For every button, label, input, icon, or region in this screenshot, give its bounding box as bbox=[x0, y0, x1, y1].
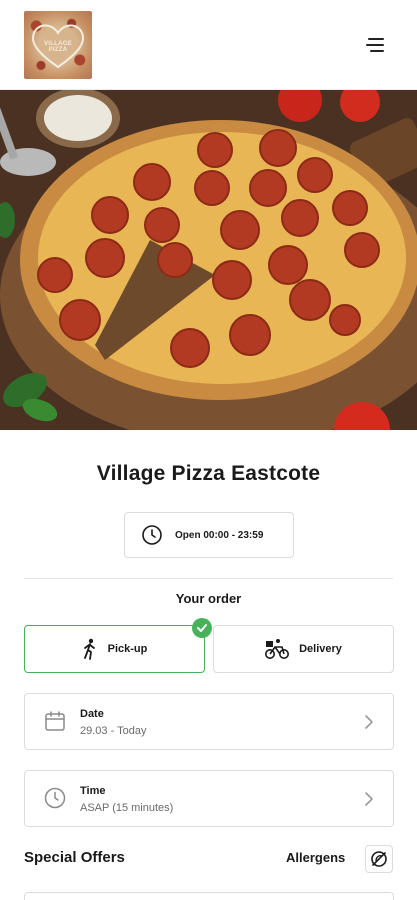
app-header: VILLAGE PIZZA bbox=[0, 0, 417, 90]
delivery-option-button[interactable]: Delivery bbox=[213, 625, 394, 673]
allergen-icon bbox=[371, 851, 387, 867]
chevron-right-icon bbox=[365, 715, 373, 729]
hamburger-menu-icon[interactable] bbox=[366, 36, 388, 54]
hero-pizza-image bbox=[0, 90, 417, 430]
walking-person-icon bbox=[83, 638, 95, 660]
time-label: Time bbox=[80, 785, 106, 797]
clock-icon bbox=[44, 787, 66, 809]
logo-text: VILLAGE PIZZA bbox=[43, 41, 73, 53]
allergens-link[interactable]: Allergens bbox=[286, 850, 345, 865]
calendar-icon bbox=[45, 711, 65, 731]
section-divider bbox=[24, 578, 393, 579]
time-value: ASAP (15 minutes) bbox=[80, 802, 174, 814]
time-selector[interactable]: Time ASAP (15 minutes) bbox=[24, 770, 394, 827]
allergens-button[interactable] bbox=[365, 845, 393, 873]
bicycle-courier-icon bbox=[265, 639, 290, 659]
special-offers-heading: Special Offers bbox=[24, 849, 125, 866]
pickup-label: Pick-up bbox=[107, 643, 148, 655]
date-selector[interactable]: Date 29.03 - Today bbox=[24, 693, 394, 750]
opening-hours-badge: Open 00:00 - 23:59 bbox=[124, 512, 294, 558]
clock-icon bbox=[142, 525, 162, 545]
chevron-right-icon bbox=[365, 792, 373, 806]
selected-check-icon bbox=[192, 618, 212, 638]
special-offer-card[interactable] bbox=[24, 892, 394, 900]
restaurant-logo[interactable]: VILLAGE PIZZA bbox=[24, 11, 92, 79]
date-value: 29.03 - Today bbox=[80, 725, 147, 737]
pickup-option-button[interactable]: Pick-up bbox=[24, 625, 205, 673]
restaurant-name: Village Pizza Eastcote bbox=[96, 462, 321, 485]
your-order-heading: Your order bbox=[175, 591, 242, 606]
opening-hours-text: Open 00:00 - 23:59 bbox=[175, 529, 264, 541]
delivery-label: Delivery bbox=[299, 643, 342, 655]
date-label: Date bbox=[80, 708, 104, 720]
